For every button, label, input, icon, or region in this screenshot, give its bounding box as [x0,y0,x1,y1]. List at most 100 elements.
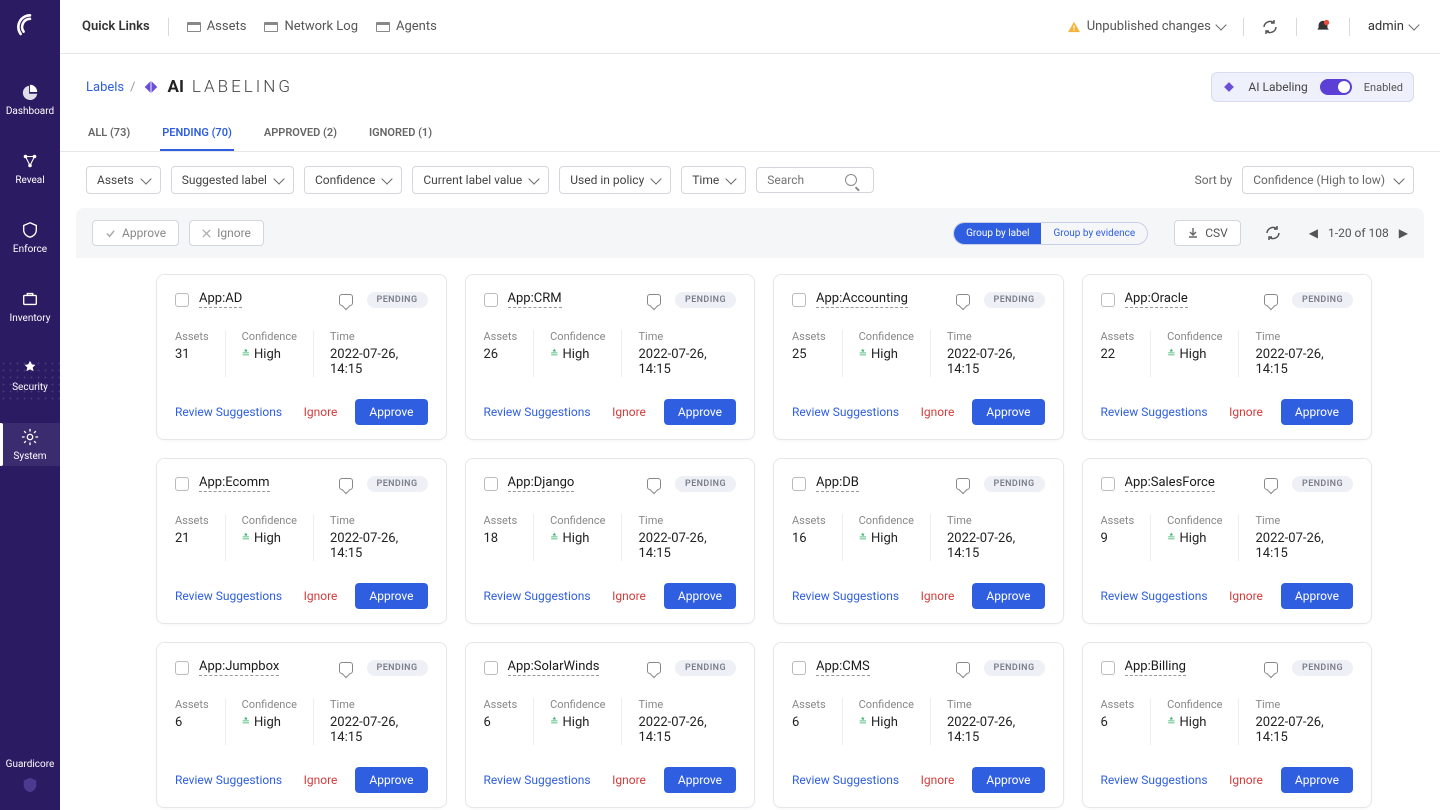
bulk-approve-button[interactable]: Approve [92,220,179,246]
ai-labeling-toggle[interactable] [1320,79,1352,95]
card-title[interactable]: App:Oracle [1125,291,1188,308]
card-title[interactable]: App:Billing [1125,659,1186,676]
filter-suggested-label[interactable]: Suggested label [171,166,294,194]
filter-assets[interactable]: Assets [86,166,161,194]
ignore-link[interactable]: Ignore [921,773,955,787]
approve-button[interactable]: Approve [972,767,1044,793]
card-title[interactable]: App:Accounting [816,291,908,308]
ignore-link[interactable]: Ignore [921,589,955,603]
select-checkbox[interactable] [792,661,806,675]
tab-pending[interactable]: PENDING (70) [160,116,234,151]
comment-icon[interactable] [1264,478,1278,490]
ignore-link[interactable]: Ignore [1229,405,1263,419]
tab-ignored[interactable]: IGNORED (1) [367,116,434,151]
select-checkbox[interactable] [1101,477,1115,491]
select-checkbox[interactable] [175,293,189,307]
user-menu[interactable]: admin [1368,19,1418,34]
review-suggestions-link[interactable]: Review Suggestions [175,589,282,603]
comment-icon[interactable] [339,294,353,306]
approve-button[interactable]: Approve [664,583,736,609]
card-title[interactable]: App:Ecomm [199,475,270,492]
approve-button[interactable]: Approve [972,583,1044,609]
card-title[interactable]: App:SalesForce [1125,475,1215,492]
review-suggestions-link[interactable]: Review Suggestions [484,773,591,787]
refresh-icon[interactable] [1265,225,1281,241]
ignore-link[interactable]: Ignore [304,589,338,603]
ignore-link[interactable]: Ignore [304,405,338,419]
group-by-label[interactable]: Group by label [954,223,1041,244]
approve-button[interactable]: Approve [664,399,736,425]
tab-all[interactable]: ALL (73) [86,116,132,151]
ignore-link[interactable]: Ignore [921,405,955,419]
comment-icon[interactable] [1264,294,1278,306]
select-checkbox[interactable] [484,293,498,307]
search-input[interactable] [767,173,837,187]
ignore-link[interactable]: Ignore [612,405,646,419]
card-title[interactable]: App:Django [508,475,575,492]
ignore-link[interactable]: Ignore [612,589,646,603]
select-checkbox[interactable] [792,477,806,491]
nav-inventory[interactable]: Inventory [0,285,60,328]
select-checkbox[interactable] [484,661,498,675]
select-checkbox[interactable] [175,661,189,675]
export-csv-button[interactable]: CSV [1174,220,1241,246]
tab-approved[interactable]: APPROVED (2) [262,116,339,151]
card-title[interactable]: App:CRM [508,291,562,308]
review-suggestions-link[interactable]: Review Suggestions [484,589,591,603]
group-by-evidence[interactable]: Group by evidence [1041,223,1147,244]
ignore-link[interactable]: Ignore [304,773,338,787]
review-suggestions-link[interactable]: Review Suggestions [792,773,899,787]
review-suggestions-link[interactable]: Review Suggestions [175,773,282,787]
select-checkbox[interactable] [484,477,498,491]
quicklink-agents[interactable]: Agents [376,19,437,34]
filter-time[interactable]: Time [681,166,746,194]
ignore-link[interactable]: Ignore [1229,589,1263,603]
filter-confidence[interactable]: Confidence [304,166,402,194]
notification-icon[interactable] [1315,19,1331,35]
review-suggestions-link[interactable]: Review Suggestions [1101,405,1208,419]
approve-button[interactable]: Approve [1281,767,1353,793]
comment-icon[interactable] [647,478,661,490]
comment-icon[interactable] [339,478,353,490]
nav-enforce[interactable]: Enforce [0,216,60,259]
filter-used-in-policy[interactable]: Used in policy [559,166,671,194]
approve-button[interactable]: Approve [972,399,1044,425]
approve-button[interactable]: Approve [1281,583,1353,609]
comment-icon[interactable] [956,294,970,306]
filter-current-label[interactable]: Current label value [412,166,549,194]
card-title[interactable]: App:AD [199,291,242,308]
comment-icon[interactable] [647,662,661,674]
approve-button[interactable]: Approve [355,399,427,425]
nav-reveal[interactable]: Reveal [0,147,60,190]
search-icon[interactable] [845,174,857,186]
card-title[interactable]: App:SolarWinds [508,659,600,676]
comment-icon[interactable] [956,478,970,490]
quicklink-networklog[interactable]: Network Log [264,19,358,34]
card-title[interactable]: App:Jumpbox [199,659,279,676]
review-suggestions-link[interactable]: Review Suggestions [175,405,282,419]
page-prev[interactable]: ◀ [1309,226,1318,240]
approve-button[interactable]: Approve [1281,399,1353,425]
select-checkbox[interactable] [175,477,189,491]
breadcrumb-root[interactable]: Labels [86,80,124,95]
quicklink-assets[interactable]: Assets [187,19,247,34]
bulk-ignore-button[interactable]: Ignore [189,220,264,246]
comment-icon[interactable] [956,662,970,674]
review-suggestions-link[interactable]: Review Suggestions [1101,589,1208,603]
select-checkbox[interactable] [792,293,806,307]
review-suggestions-link[interactable]: Review Suggestions [792,589,899,603]
ignore-link[interactable]: Ignore [1229,773,1263,787]
page-next[interactable]: ▶ [1399,226,1408,240]
sort-dropdown[interactable]: Confidence (High to low) [1242,166,1414,194]
approve-button[interactable]: Approve [355,767,427,793]
approve-button[interactable]: Approve [664,767,736,793]
select-checkbox[interactable] [1101,293,1115,307]
nav-dashboard[interactable]: Dashboard [0,78,60,121]
review-suggestions-link[interactable]: Review Suggestions [1101,773,1208,787]
review-suggestions-link[interactable]: Review Suggestions [792,405,899,419]
unpublished-changes[interactable]: Unpublished changes [1067,19,1225,34]
ignore-link[interactable]: Ignore [612,773,646,787]
comment-icon[interactable] [339,662,353,674]
select-checkbox[interactable] [1101,661,1115,675]
nav-system[interactable]: System [0,423,60,466]
